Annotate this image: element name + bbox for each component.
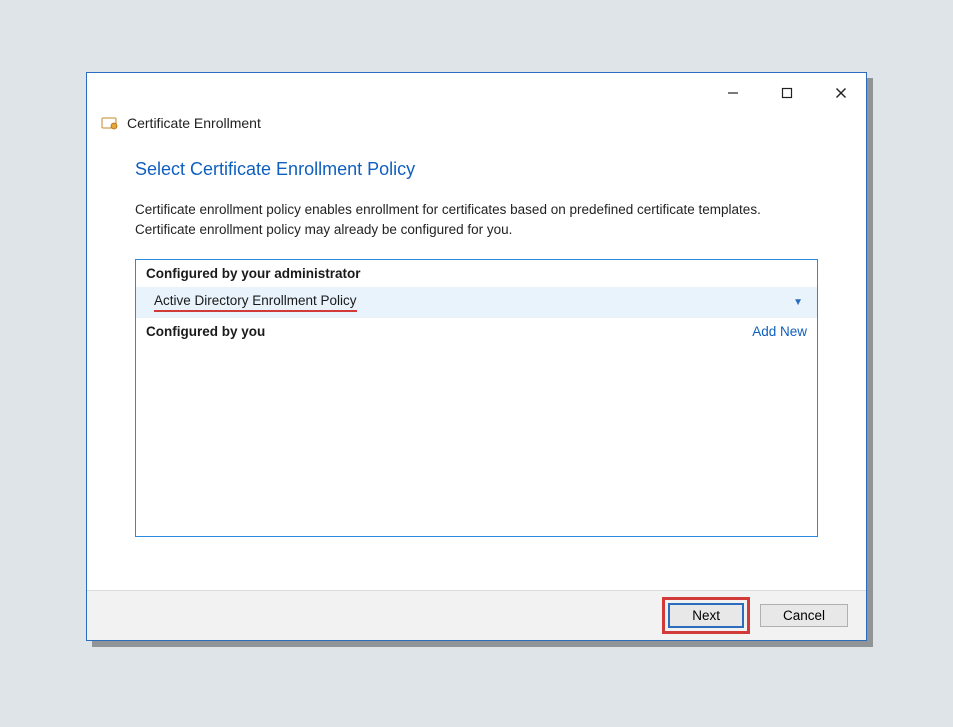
admin-section-header: Configured by your administrator — [136, 260, 817, 287]
close-button[interactable] — [824, 80, 858, 106]
header: Certificate Enrollment — [87, 113, 866, 145]
maximize-icon — [781, 87, 793, 99]
close-icon — [835, 87, 847, 99]
user-section-header: Configured by you Add New — [136, 318, 817, 345]
minimize-button[interactable] — [716, 80, 750, 106]
policy-item-label: Active Directory Enrollment Policy — [154, 293, 357, 312]
admin-section-label: Configured by your administrator — [146, 266, 361, 281]
next-highlight: Next — [662, 597, 750, 634]
certificate-enrollment-window: Certificate Enrollment Select Certificat… — [86, 72, 867, 641]
policy-list: Configured by your administrator Active … — [135, 259, 818, 537]
next-button[interactable]: Next — [668, 603, 744, 628]
footer: Next Cancel — [87, 590, 866, 640]
page-description: Certificate enrollment policy enables en… — [135, 200, 818, 239]
titlebar — [87, 73, 866, 113]
add-new-link[interactable]: Add New — [752, 324, 807, 339]
cancel-button[interactable]: Cancel — [760, 604, 848, 627]
certificate-icon — [101, 115, 119, 131]
policy-item-ad-enrollment[interactable]: Active Directory Enrollment Policy ▼ — [136, 287, 817, 318]
minimize-icon — [727, 87, 739, 99]
maximize-button[interactable] — [770, 80, 804, 106]
content-area: Select Certificate Enrollment Policy Cer… — [87, 145, 866, 590]
window-title: Certificate Enrollment — [127, 115, 261, 131]
page-title: Select Certificate Enrollment Policy — [135, 159, 818, 180]
chevron-down-icon: ▼ — [793, 297, 803, 308]
user-section-label: Configured by you — [146, 324, 265, 339]
